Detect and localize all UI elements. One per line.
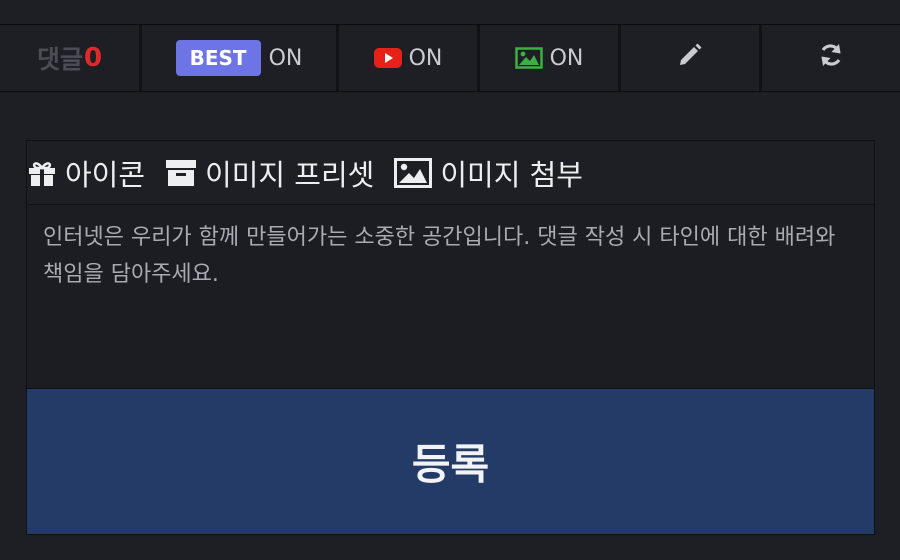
image-icon <box>514 47 543 69</box>
image-preset-label: 이미지 프리셋 <box>205 158 375 192</box>
best-badge: BEST <box>175 40 261 76</box>
image-preset-button[interactable]: 이미지 프리셋 <box>165 152 374 194</box>
pencil-icon <box>677 42 703 74</box>
icon-picker-button[interactable]: 아이콘 <box>27 152 145 194</box>
comment-textarea[interactable]: 인터넷은 우리가 함께 만들어가는 소중한 공간입니다. 댓글 작성 시 타인에… <box>27 204 874 389</box>
write-button[interactable] <box>621 25 762 91</box>
image-toggle[interactable]: ON <box>480 25 621 91</box>
comment-widget: 댓글 0 BEST ON ON ON 아이콘 이미지 프리셋 이미지 첨부 인터… <box>0 0 900 560</box>
best-state: ON <box>268 45 303 71</box>
refresh-icon <box>818 42 844 74</box>
image-state: ON <box>549 45 584 71</box>
youtube-toggle[interactable]: ON <box>339 25 480 91</box>
comment-count: 댓글 0 <box>0 25 142 91</box>
comment-count-value: 0 <box>83 43 103 73</box>
comment-editor: 아이콘 이미지 프리셋 이미지 첨부 인터넷은 우리가 함께 만들어가는 소중한… <box>26 140 875 535</box>
submit-button[interactable]: 등록 <box>27 389 874 534</box>
image-attach-button[interactable]: 이미지 첨부 <box>394 152 583 194</box>
youtube-icon <box>373 48 402 68</box>
archive-box-icon <box>165 158 197 188</box>
gift-icon <box>27 158 57 188</box>
best-toggle[interactable]: BEST ON <box>142 25 339 91</box>
comment-toolbar: 댓글 0 BEST ON ON ON <box>0 24 900 92</box>
picture-icon <box>394 158 433 188</box>
icon-picker-label: 아이콘 <box>65 158 146 192</box>
comment-count-label: 댓글 <box>36 45 83 74</box>
editor-toolbar: 아이콘 이미지 프리셋 이미지 첨부 <box>27 141 874 205</box>
image-attach-label: 이미지 첨부 <box>440 158 583 192</box>
youtube-state: ON <box>408 45 443 71</box>
refresh-button[interactable] <box>762 25 900 91</box>
